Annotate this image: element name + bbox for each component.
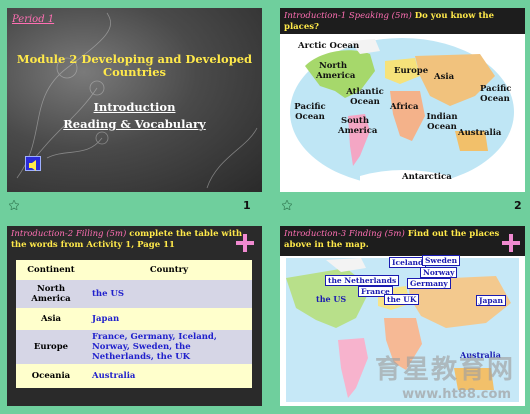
africa-label: Africa xyxy=(390,102,419,112)
table-row: Oceania Australia xyxy=(16,364,252,388)
japan-label: Japan xyxy=(476,295,506,306)
table-cell: Asia xyxy=(40,314,62,324)
slide-number-2: 2 xyxy=(514,199,522,212)
slide-number-1: 1 xyxy=(243,199,251,212)
star-icon xyxy=(282,200,292,210)
netherlands-label: the Netherlands xyxy=(325,275,400,286)
cross-decoration-icon xyxy=(502,234,520,252)
norway-label: Norway xyxy=(420,267,458,278)
reading-vocabulary-link[interactable]: Reading & Vocabulary xyxy=(7,117,262,131)
the-uk-label: the UK xyxy=(384,294,420,305)
north-america-label: North America xyxy=(316,61,356,81)
watermark-text: 育星教育网 xyxy=(374,355,515,385)
slide-2-thumbnail[interactable]: Introduction-1 Speaking (5m) Do you know… xyxy=(280,8,525,192)
table-cell: Europe xyxy=(33,342,69,352)
sweden-label: Sweden xyxy=(422,255,461,266)
table-row: North America the US xyxy=(16,280,252,308)
table-row: Europe France, Germany, Iceland, Norway,… xyxy=(16,330,252,364)
pacific-ocean-right-label: Pacific Ocean xyxy=(480,84,512,104)
indian-ocean-label: Indian Ocean xyxy=(426,112,458,132)
star-icon xyxy=(9,200,19,210)
slide-title: Module 2 Developing and Developed Countr… xyxy=(7,53,262,79)
period-label: Period 1 xyxy=(12,14,55,25)
the-us-label: the US xyxy=(316,294,347,304)
table-cell: Oceania xyxy=(31,371,71,381)
introduction-link[interactable]: Introduction xyxy=(7,100,262,114)
table-cell: Japan xyxy=(92,314,120,324)
asia-label: Asia xyxy=(434,72,455,82)
continent-table: Continent Country North America the US A… xyxy=(16,260,252,388)
header-italic: Introduction-3 Finding (5m) xyxy=(284,229,405,239)
table-header: Country xyxy=(149,265,189,275)
slide-header: Introduction-2 Filling (5m) complete the… xyxy=(7,226,262,256)
table-cell: France, Germany, Iceland, Norway, Sweden… xyxy=(92,332,217,362)
slide-header: Introduction-3 Finding (5m) Find out the… xyxy=(280,226,525,256)
sound-icon[interactable] xyxy=(25,156,41,171)
header-italic: Introduction-2 Filling (5m) xyxy=(11,229,127,239)
watermark-url: www.ht88.com xyxy=(402,387,511,402)
atlantic-ocean-label: Atlantic Ocean xyxy=(346,87,384,107)
slide-1-thumbnail[interactable]: Period 1 Module 2 Developing and Develop… xyxy=(7,8,262,192)
slide-3-thumbnail[interactable]: Introduction-2 Filling (5m) complete the… xyxy=(7,226,262,406)
pacific-ocean-left-label: Pacific Ocean xyxy=(294,102,326,122)
header-italic: Introduction-1 Speaking (5m) xyxy=(284,11,412,21)
table-cell: North America xyxy=(31,284,71,304)
germany-label: Germany xyxy=(407,278,451,289)
antarctica-label: Antarctica xyxy=(402,172,452,182)
table-cell: the US xyxy=(92,289,125,299)
europe-label: Europe xyxy=(394,66,429,76)
slide-4-thumbnail[interactable]: Introduction-3 Finding (5m) Find out the… xyxy=(280,226,525,406)
table-cell: Australia xyxy=(92,371,136,381)
table-header: Continent xyxy=(27,265,75,275)
title-line-2: Countries xyxy=(102,65,167,79)
slide-header: Introduction-1 Speaking (5m) Do you know… xyxy=(280,8,525,34)
table-row: Asia Japan xyxy=(16,308,252,330)
cross-decoration-icon xyxy=(236,234,254,252)
arctic-ocean-label: Arctic Ocean xyxy=(298,41,360,51)
australia-label: Australia xyxy=(458,128,502,138)
south-america-label: South America xyxy=(338,116,378,136)
